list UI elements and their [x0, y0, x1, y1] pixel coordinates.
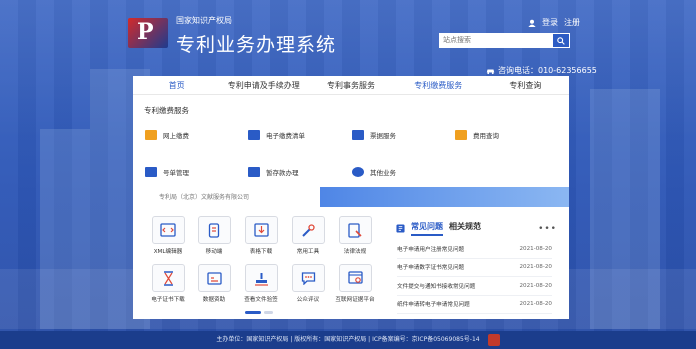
carousel-dot-active[interactable] — [245, 311, 261, 314]
org-name: 国家知识产权局 — [176, 16, 232, 25]
car-icon — [486, 69, 495, 74]
list-icon — [248, 130, 260, 140]
search-input[interactable] — [439, 33, 552, 48]
dropdown-title: 专利缴费服务 — [144, 106, 189, 115]
xml-icon — [151, 216, 185, 244]
deposit-icon — [248, 167, 260, 177]
tile-law[interactable]: 法律法规 — [335, 216, 375, 255]
nav-application[interactable]: 专利申请及手续办理 — [220, 80, 307, 91]
browser-icon — [338, 264, 372, 292]
comment-icon — [291, 264, 325, 292]
footer-text: 主办单位：国家知识产权局 | 版权所有：国家知识产权局 | ICP备案编号：京I… — [216, 336, 480, 343]
login-link[interactable]: 登录 — [542, 17, 558, 28]
tile-mobile[interactable]: 移动端 — [194, 216, 234, 255]
menu-item-receipt[interactable]: 票据服务 — [352, 130, 396, 140]
faq-list: 电子申请用户注册常见问题 2021-08-20 电子申请数字证书常见问题 202… — [397, 240, 552, 314]
user-icon — [352, 167, 364, 177]
search-bar — [439, 33, 570, 48]
certificate-icon — [151, 264, 185, 292]
faq-title: 电子申请数字证书常见问题 — [397, 265, 465, 272]
menu-item-online-payment[interactable]: 网上缴费 — [145, 130, 189, 140]
list-item[interactable]: 电子申请数字证书常见问题 2021-08-20 — [397, 259, 552, 277]
list-item[interactable]: 纸件申请转电子申请常见问题 2021-08-20 — [397, 296, 552, 314]
hotline: 咨询电话：010-62356655 — [486, 65, 597, 76]
menu-item-deposit[interactable]: 暂存款办理 — [248, 167, 299, 177]
menu-item-fee-query[interactable]: 费用查询 — [455, 130, 499, 140]
faq-title: 文件提交与通知书接收常见问题 — [397, 283, 476, 290]
faq-date: 2021-08-20 — [519, 282, 552, 289]
main-nav: 首页 专利申请及手续办理 专利事务服务 专利缴费服务 专利查询 — [133, 76, 569, 94]
tab-faq[interactable]: 常见问题 — [411, 221, 443, 236]
fee-search-icon — [455, 130, 467, 140]
logo[interactable]: P — [128, 18, 168, 48]
main-panel: XML编辑器 移动端 表格下载 常用工具 法律法规 电子证书下载 数据资助 查看… — [133, 207, 569, 319]
nav-query[interactable]: 专利查询 — [482, 80, 569, 91]
menu-item-payment-list[interactable]: 电子缴费清单 — [248, 130, 305, 140]
list-item[interactable]: 电子申请用户注册常见问题 2021-08-20 — [397, 240, 552, 259]
carousel-indicator[interactable] — [245, 311, 273, 314]
tile-file-verify[interactable]: 查看文件验签 — [241, 264, 281, 303]
strip-text: 专利局（北京）文献服务有限公司 — [159, 194, 250, 201]
tile-certificate-download[interactable]: 电子证书下载 — [148, 264, 188, 303]
faq-header: 常见问题 相关规范 ••• — [396, 221, 557, 236]
police-badge-icon[interactable] — [488, 334, 500, 346]
tile-data-support[interactable]: 数据资助 — [194, 264, 234, 303]
tile-xml-editor[interactable]: XML编辑器 — [148, 216, 188, 255]
tab-specifications[interactable]: 相关规范 — [449, 221, 481, 236]
mobile-icon — [197, 216, 231, 244]
footer: 主办单位：国家知识产权局 | 版权所有：国家知识产权局 | ICP备案编号：京I… — [0, 331, 696, 349]
search-icon — [557, 36, 565, 45]
user-icon — [528, 19, 536, 27]
tile-public-review[interactable]: 公众评议 — [288, 264, 328, 303]
download-icon — [244, 216, 278, 244]
carousel-dot[interactable] — [264, 311, 273, 314]
menu-item-other[interactable]: 其他业务 — [352, 167, 396, 177]
law-icon — [338, 216, 372, 244]
nav-home[interactable]: 首页 — [133, 80, 220, 91]
tools-icon — [291, 216, 325, 244]
tile-tools[interactable]: 常用工具 — [288, 216, 328, 255]
tile-form-download[interactable]: 表格下载 — [241, 216, 281, 255]
search-button[interactable] — [552, 33, 570, 48]
payment-dropdown: 专利缴费服务 网上缴费 电子缴费清单 票据服务 费用查询 号单管理 暂存款办理 … — [133, 94, 569, 187]
nav-payment[interactable]: 专利缴费服务 — [395, 80, 482, 91]
menu-item-id-management[interactable]: 号单管理 — [145, 167, 189, 177]
hotline-text: 咨询电话：010-62356655 — [498, 66, 597, 75]
system-title: 专利业务办理系统 — [176, 34, 337, 56]
register-link[interactable]: 注册 — [564, 17, 580, 28]
faq-title: 纸件申请转电子申请常见问题 — [397, 302, 470, 309]
faq-title: 电子申请用户注册常见问题 — [397, 246, 465, 253]
faq-date: 2021-08-20 — [519, 245, 552, 252]
banner-image — [320, 187, 569, 207]
login-area: 登录 注册 — [528, 17, 580, 28]
id-card-icon — [145, 167, 157, 177]
faq-date: 2021-08-20 — [519, 264, 552, 271]
notice-strip: 专利局（北京）文献服务有限公司 — [133, 187, 569, 207]
faq-date: 2021-08-20 — [519, 301, 552, 308]
calendar-icon — [197, 264, 231, 292]
tile-evidence-platform[interactable]: 互联网证据平台 — [335, 264, 375, 303]
nav-affairs[interactable]: 专利事务服务 — [307, 80, 394, 91]
receipt-icon — [352, 130, 364, 140]
more-button[interactable]: ••• — [538, 224, 557, 234]
list-item[interactable]: 文件提交与通知书接收常见问题 2021-08-20 — [397, 277, 552, 296]
card-icon — [145, 130, 157, 140]
faq-icon — [396, 224, 405, 233]
stamp-icon — [244, 264, 278, 292]
